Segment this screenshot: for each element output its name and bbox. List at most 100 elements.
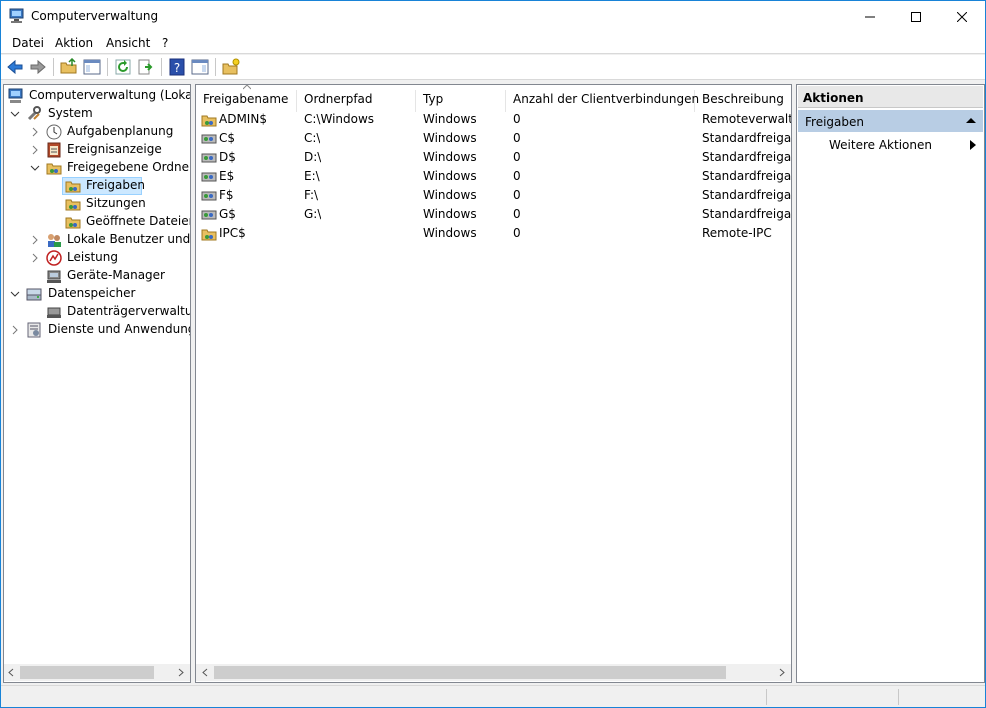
back-arrow-icon[interactable] <box>6 58 24 76</box>
scroll-left-icon[interactable] <box>7 668 15 677</box>
column-header-beschreibung[interactable]: Beschreibung <box>695 90 791 112</box>
share-name: G$ <box>219 207 236 221</box>
tree-horizontal-scrollbar[interactable] <box>4 664 190 681</box>
share-name: ADMIN$ <box>219 112 267 126</box>
chevron-right-icon[interactable] <box>30 253 40 263</box>
close-icon <box>957 11 967 22</box>
storage-icon <box>26 288 42 301</box>
svg-text:?: ? <box>174 61 180 75</box>
performance-icon <box>46 250 62 266</box>
column-header-freigabename[interactable]: Freigabename <box>196 90 297 112</box>
share-description: Standardfreigabe <box>702 169 791 183</box>
share-type: Windows <box>423 226 477 240</box>
share-description: Standardfreigabe <box>702 150 791 164</box>
tree-label: System <box>48 106 93 120</box>
toolbar-separator <box>161 58 162 76</box>
network-share-icon <box>201 172 217 182</box>
menu-help[interactable]: ? <box>162 36 168 50</box>
forward-arrow-icon[interactable] <box>29 58 47 76</box>
table-row[interactable]: D$ D:\ Windows 0 Standardfreigabe <box>196 148 791 167</box>
chevron-right-icon[interactable] <box>30 235 40 245</box>
help-icon[interactable]: ? <box>168 58 186 76</box>
scroll-right-icon[interactable] <box>177 668 185 677</box>
share-name: IPC$ <box>219 226 246 240</box>
share-type: Windows <box>423 150 477 164</box>
maximize-icon <box>911 11 921 22</box>
shared-folder-icon <box>65 199 81 211</box>
actions-section-freigaben[interactable]: Freigaben <box>798 110 983 132</box>
network-share-icon <box>201 153 217 163</box>
device-manager-icon <box>47 270 61 283</box>
export-list-icon[interactable] <box>137 58 155 76</box>
table-row[interactable]: F$ F:\ Windows 0 Standardfreigabe <box>196 186 791 205</box>
clock-icon <box>46 124 62 140</box>
chevron-down-icon[interactable] <box>10 109 20 119</box>
share-client-count: 0 <box>513 226 521 240</box>
weitere-aktionen-item[interactable]: Weitere Aktionen <box>829 138 932 152</box>
menu-ansicht[interactable]: Ansicht <box>106 36 150 50</box>
close-button[interactable] <box>939 1 985 32</box>
table-row[interactable]: E$ E:\ Windows 0 Standardfreigabe <box>196 167 791 186</box>
tools-icon <box>27 106 41 121</box>
scroll-thumb[interactable] <box>214 666 726 679</box>
tree-label: Datenspeicher <box>48 286 136 300</box>
share-description: Remoteverwaltung <box>702 112 791 126</box>
scroll-thumb[interactable] <box>20 666 154 679</box>
table-row[interactable]: IPC$ Windows 0 Remote-IPC <box>196 224 791 243</box>
share-path: C:\Windows <box>304 112 375 126</box>
tree-label: Aufgabenplanung <box>67 124 174 138</box>
up-folder-icon[interactable] <box>60 58 78 76</box>
chevron-down-icon[interactable] <box>30 163 40 173</box>
menu-aktion[interactable]: Aktion <box>55 36 93 50</box>
toolbar-separator <box>107 58 108 76</box>
toolbar-separator <box>215 58 216 76</box>
network-share-icon <box>201 191 217 201</box>
scroll-right-icon[interactable] <box>778 668 786 677</box>
share-type: Windows <box>423 188 477 202</box>
tree-label: Freigegebene Ordner <box>67 160 191 174</box>
tree-label: Sitzungen <box>86 196 146 210</box>
table-row[interactable]: C$ C:\ Windows 0 Standardfreigabe <box>196 129 791 148</box>
minimize-icon <box>865 16 875 17</box>
new-share-icon[interactable] <box>222 58 240 76</box>
show-hide-tree-icon[interactable] <box>83 58 101 76</box>
share-name: E$ <box>219 169 235 183</box>
computer-management-icon <box>8 88 23 103</box>
refresh-icon[interactable] <box>114 58 132 76</box>
share-client-count: 0 <box>513 169 521 183</box>
column-header-clientverbindungen[interactable]: Anzahl der Clientverbindungen <box>506 90 699 112</box>
tree-label: Geöffnete Dateien <box>86 214 191 228</box>
network-share-icon <box>201 210 217 220</box>
chevron-right-icon[interactable] <box>30 127 40 137</box>
show-hide-action-pane-icon[interactable] <box>191 58 209 76</box>
menu-datei[interactable]: Datei <box>12 36 44 50</box>
column-header-ordnerpfad[interactable]: Ordnerpfad <box>297 90 416 112</box>
share-description: Standardfreigabe <box>702 207 791 221</box>
share-description: Remote-IPC <box>702 226 772 240</box>
chevron-down-icon[interactable] <box>10 289 20 299</box>
status-separator <box>766 689 767 705</box>
share-type: Windows <box>423 112 477 126</box>
title-bar: Computerverwaltung <box>1 1 985 32</box>
list-horizontal-scrollbar[interactable] <box>196 664 791 681</box>
shared-folder-icon <box>46 163 62 175</box>
share-name: D$ <box>219 150 236 164</box>
column-header-typ[interactable]: Typ <box>416 90 506 112</box>
maximize-button[interactable] <box>893 1 939 32</box>
users-icon <box>48 234 61 247</box>
action-pane: Aktionen Freigaben Weitere Aktionen <box>796 84 985 683</box>
share-path: C:\ <box>304 131 321 145</box>
menu-bar: Datei Aktion Ansicht ? <box>1 32 985 54</box>
table-row[interactable]: ADMIN$ C:\Windows Windows 0 Remoteverwal… <box>196 110 791 129</box>
chevron-right-icon[interactable] <box>30 145 40 155</box>
table-row[interactable]: G$ G:\ Windows 0 Standardfreigabe <box>196 205 791 224</box>
event-viewer-icon <box>47 142 61 158</box>
tree-label: Ereignisanzeige <box>67 142 162 156</box>
chevron-right-icon[interactable] <box>10 325 20 335</box>
share-client-count: 0 <box>513 150 521 164</box>
minimize-button[interactable] <box>847 1 893 32</box>
collapse-up-icon[interactable] <box>966 117 976 124</box>
tree-label: Freigaben <box>86 178 145 192</box>
scroll-left-icon[interactable] <box>201 668 209 677</box>
window-title: Computerverwaltung <box>31 9 159 23</box>
